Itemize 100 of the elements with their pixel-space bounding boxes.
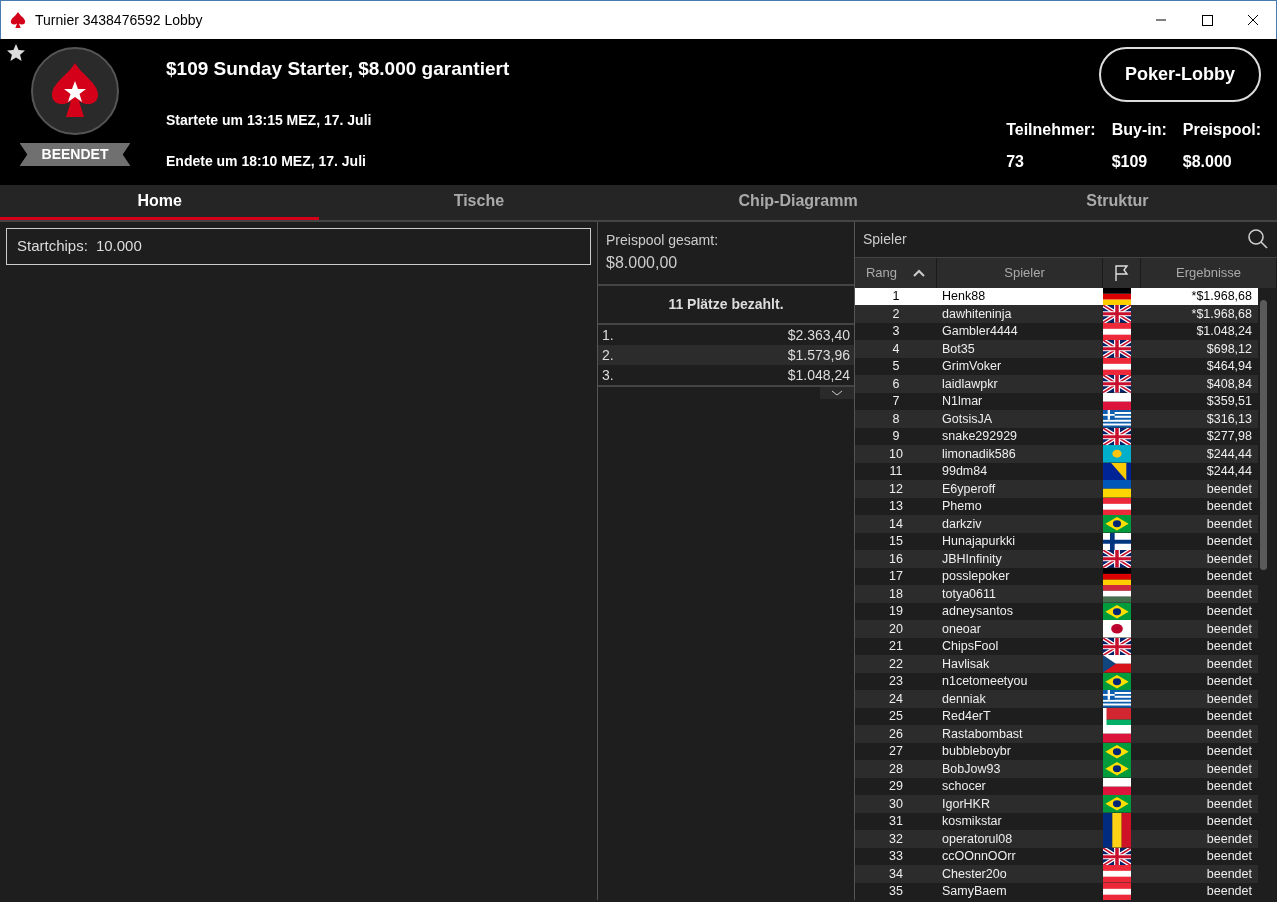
player-row[interactable]: 10 limonadik586 $244,44 (855, 445, 1258, 463)
tab[interactable]: Tische (319, 185, 639, 220)
player-name: ccOOnnOOrr (941, 848, 1017, 866)
player-row[interactable]: 8 GotsisJA $316,13 (855, 410, 1258, 428)
prizepool-value: $8.000,00 (606, 253, 679, 273)
chevron-down-icon[interactable] (820, 387, 854, 399)
prize-place: 2. (602, 345, 614, 365)
column-header-label: Rang (865, 264, 898, 283)
player-name: n1cetomeetyou (941, 673, 1029, 691)
result-cell-text: *$1.968,68 (1190, 288, 1253, 306)
rank-cell-text: 3 (891, 323, 901, 341)
star-icon[interactable] (6, 43, 26, 63)
rank-cell-text: 12 (888, 480, 904, 498)
player-row[interactable]: 32 operatorul08 beendet (855, 830, 1258, 848)
player-name: Chester20o (941, 865, 1008, 883)
result-cell-text: $408,84 (1205, 375, 1253, 393)
result-cell-text: beendet (1205, 515, 1253, 533)
start-time: Startete um 13:15 MEZ, 17. Juli (166, 110, 373, 130)
rank-cell-text: 7 (891, 393, 901, 411)
player-row[interactable]: 22 Havlisak beendet (855, 655, 1258, 673)
player-name: dawhiteninja (941, 305, 1013, 323)
result-cell-text: beendet (1205, 743, 1253, 761)
player-name: Phemo (941, 498, 983, 516)
result-cell-text: beendet (1205, 638, 1253, 656)
player-name: Rastabombast (941, 725, 1024, 743)
result-cell-text: beendet (1205, 830, 1253, 848)
player-row[interactable]: 4 Bot35 $698,12 (855, 340, 1258, 358)
chevron-up-icon (913, 268, 926, 277)
search-icon[interactable] (1247, 228, 1269, 251)
player-row[interactable]: 6 laidlawpkr $408,84 (855, 375, 1258, 393)
player-name: GotsisJA (941, 410, 993, 428)
player-search-field[interactable]: Spieler (855, 222, 1277, 258)
rank-cell-text: 23 (888, 673, 904, 691)
stat-value: 73 (1006, 152, 1025, 172)
rank-cell-text: 26 (888, 725, 904, 743)
result-cell-text: beendet (1205, 480, 1253, 498)
player-row[interactable]: 16 JBHInfinity beendet (855, 550, 1258, 568)
rank-cell-text: 33 (888, 848, 904, 866)
result-cell-text: beendet (1205, 795, 1253, 813)
result-cell-text: $244,44 (1205, 445, 1253, 463)
result-cell-text: $277,98 (1205, 428, 1253, 446)
end-time: Endete um 18:10 MEZ, 17. Juli (166, 151, 367, 171)
player-name: posslepoker (941, 568, 1011, 586)
rank-cell-text: 21 (888, 638, 904, 656)
rank-cell-text: 34 (888, 865, 904, 883)
stat-label: Teilnehmer: (1006, 120, 1096, 140)
column-header[interactable]: Rang (855, 257, 937, 288)
player-name: JBHInfinity (941, 550, 1003, 568)
player-name: Red4erT (941, 708, 992, 726)
prizepool-label: Preispool gesamt: (606, 231, 720, 250)
player-name: GrimVoker (941, 358, 1003, 376)
result-cell-text: beendet (1205, 498, 1253, 516)
rank-cell-text: 25 (888, 708, 904, 726)
player-row[interactable]: 20 oneoar beendet (855, 620, 1258, 638)
player-row[interactable]: 28 BobJow93 beendet (855, 760, 1258, 778)
player-row[interactable]: 2 dawhiteninja *$1.968,68 (855, 305, 1258, 323)
tab[interactable]: Home (0, 185, 320, 220)
player-row[interactable]: 14 darkziv beendet (855, 515, 1258, 533)
rank-cell-text: 8 (891, 410, 901, 428)
player-name: adneysantos (941, 603, 1014, 621)
result-cell-text: *$1.968,68 (1190, 305, 1253, 323)
player-name: denniak (941, 690, 987, 708)
startchips-label: Startchips: (17, 236, 88, 256)
player-name: limonadik586 (941, 445, 1017, 463)
stat-value: $109 (1111, 152, 1149, 172)
player-row[interactable]: 18 totya0611 beendet (855, 585, 1258, 603)
result-cell-text: beendet (1205, 725, 1253, 743)
result-cell-text: $1.048,24 (1195, 323, 1253, 341)
player-name: kosmikstar (941, 813, 1003, 831)
result-cell-text: beendet (1205, 848, 1253, 866)
player-row[interactable]: 12 E6yperoff beendet (855, 480, 1258, 498)
player-row[interactable]: 24 denniak beendet (855, 690, 1258, 708)
result-cell-text: beendet (1205, 533, 1253, 551)
rank-cell-text: 22 (888, 655, 904, 673)
result-cell-text: $464,94 (1205, 358, 1253, 376)
rank-cell-text: 24 (888, 690, 904, 708)
rank-cell-text: 13 (888, 498, 904, 516)
tab[interactable]: Chip-Diagramm (638, 185, 958, 220)
prize-amount: $1.573,96 (787, 345, 850, 365)
lobby-button[interactable]: Poker-Lobby (1099, 47, 1261, 102)
player-row[interactable]: 26 Rastabombast beendet (855, 725, 1258, 743)
stat-label: Preispool: (1182, 120, 1261, 140)
player-name: Havlisak (941, 655, 991, 673)
player-row[interactable]: 34 Chester20o beendet (855, 865, 1258, 883)
player-row[interactable]: 30 IgorHKR beendet (855, 795, 1258, 813)
player-name: E6yperoff (941, 480, 997, 498)
player-name: Gambler4444 (941, 323, 1019, 341)
player-name: laidlawpkr (941, 375, 999, 393)
result-cell-text: beendet (1205, 690, 1253, 708)
player-name: 99dm84 (941, 463, 989, 481)
tab[interactable]: Struktur (957, 185, 1277, 220)
result-cell-text: $698,12 (1205, 340, 1253, 358)
prize-place: 1. (602, 325, 614, 345)
startchips-value: 10.000 (95, 236, 142, 256)
result-cell-text: $359,51 (1205, 393, 1253, 411)
column-header[interactable]: Ergebnisse (1141, 257, 1277, 288)
flag-icon[interactable] (1112, 263, 1131, 282)
result-cell-text: beendet (1205, 585, 1253, 603)
column-header[interactable]: Spieler (942, 257, 1103, 288)
player-name: Hunajapurkki (941, 533, 1016, 551)
